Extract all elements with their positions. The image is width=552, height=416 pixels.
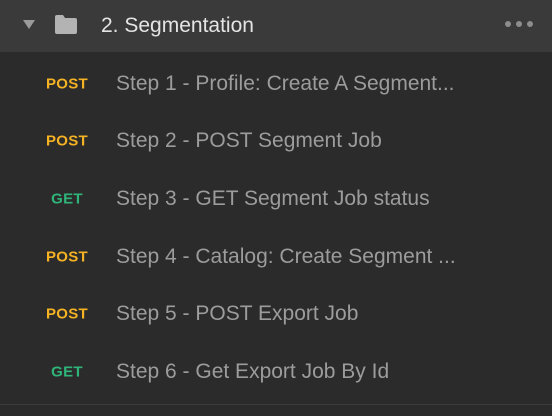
request-item[interactable]: GET Step 3 - GET Segment Job status: [0, 170, 552, 228]
request-item[interactable]: POST Step 5 - POST Export Job: [0, 285, 552, 343]
method-badge: POST: [45, 305, 89, 323]
request-name: Step 6 - Get Export Job By Id: [116, 359, 390, 383]
request-list: POST Step 1 - Profile: Create A Segment.…: [0, 55, 552, 401]
method-badge: POST: [45, 75, 89, 93]
collection-panel: 2. Segmentation POST Step 1 - Profile: C…: [0, 0, 552, 416]
request-item[interactable]: POST Step 4 - Catalog: Create Segment ..…: [0, 228, 552, 286]
request-name: Step 2 - POST Segment Job: [116, 129, 382, 153]
request-name: Step 3 - GET Segment Job status: [116, 186, 430, 210]
divider: [0, 404, 552, 405]
method-badge: POST: [45, 248, 89, 266]
method-badge: GET: [51, 190, 83, 208]
request-name: Step 4 - Catalog: Create Segment ...: [116, 244, 456, 268]
request-name: Step 1 - Profile: Create A Segment...: [116, 71, 455, 95]
request-item[interactable]: GET Step 6 - Get Export Job By Id: [0, 343, 552, 401]
more-options-icon[interactable]: [505, 18, 539, 30]
folder-icon: [55, 15, 77, 34]
request-item[interactable]: POST Step 2 - POST Segment Job: [0, 113, 552, 171]
request-item[interactable]: POST Step 1 - Profile: Create A Segment.…: [0, 55, 552, 113]
method-badge: GET: [51, 363, 83, 381]
request-name: Step 5 - POST Export Job: [116, 302, 359, 326]
folder-header[interactable]: 2. Segmentation: [0, 0, 552, 52]
method-badge: POST: [45, 132, 89, 150]
folder-title: 2. Segmentation: [101, 14, 254, 37]
chevron-down-icon[interactable]: [23, 20, 35, 29]
